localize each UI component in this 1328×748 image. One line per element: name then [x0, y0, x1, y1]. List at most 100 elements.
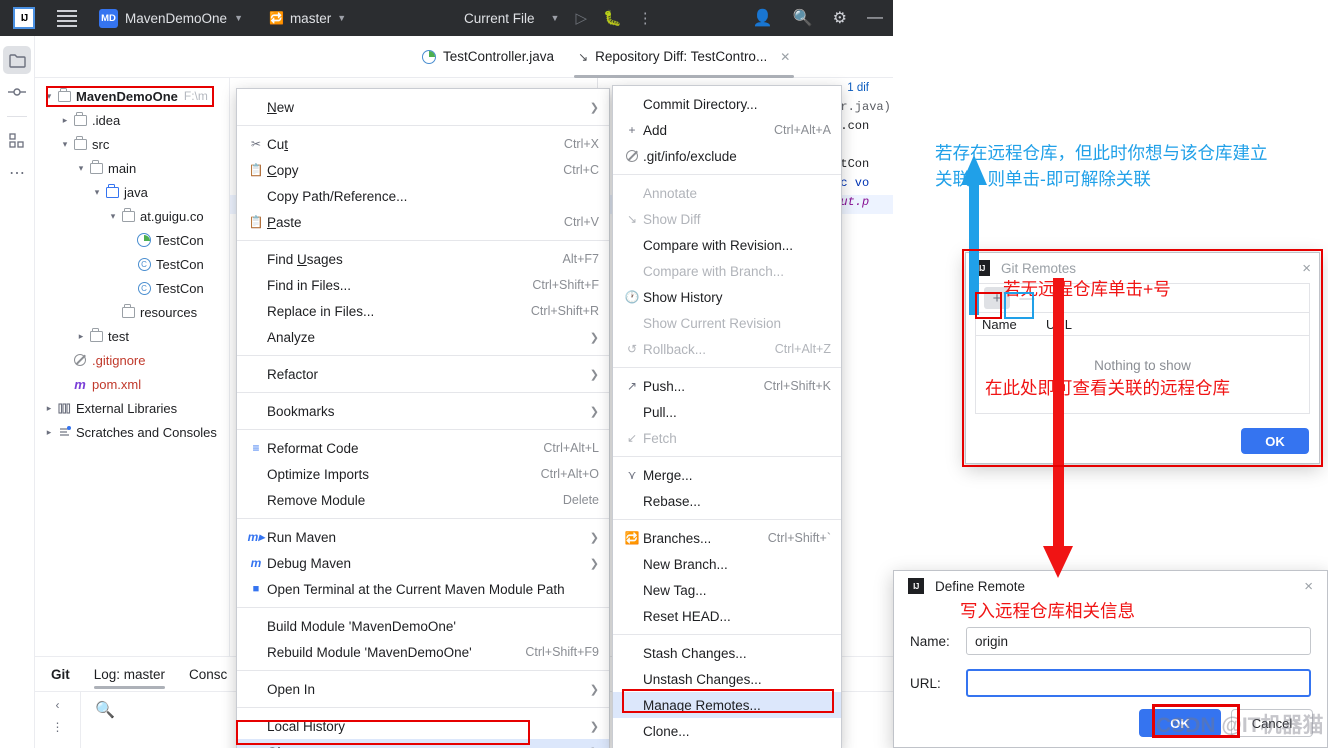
tree-expand-arrow-icon[interactable]: ▾: [91, 187, 103, 198]
menu-item-push[interactable]: ↗ Push... Ctrl+Shift+K: [613, 373, 841, 399]
edit-remote-icon[interactable]: ✎: [1044, 287, 1070, 309]
menu-item-unstash-changes[interactable]: Unstash Changes...: [613, 666, 841, 692]
menu-item-copy-path-reference[interactable]: Copy Path/Reference...: [237, 183, 609, 209]
menu-item-merge[interactable]: ⋎ Merge...: [613, 462, 841, 488]
menu-item-run-maven[interactable]: m▸ Run Maven ❯: [237, 524, 609, 550]
tab-console[interactable]: Consc: [189, 657, 227, 691]
menu-item-new[interactable]: New ❯: [237, 94, 609, 120]
tab-git[interactable]: Git: [51, 657, 70, 691]
tree-expand-arrow-icon[interactable]: ▸: [43, 427, 55, 438]
menu-item-paste[interactable]: 📋 Paste Ctrl+V: [237, 209, 609, 235]
menu-item-reset-head[interactable]: Reset HEAD...: [613, 603, 841, 629]
tree-item-resources[interactable]: resources: [35, 300, 229, 324]
name-input[interactable]: origin: [966, 627, 1311, 655]
url-input[interactable]: [966, 669, 1311, 697]
commit-tool-window-icon[interactable]: [3, 78, 31, 106]
menu-item-optimize-imports[interactable]: Optimize Imports Ctrl+Alt+O: [237, 461, 609, 487]
menu-item-local-history[interactable]: Local History ❯: [237, 713, 609, 739]
project-tool-window-icon[interactable]: [3, 46, 31, 74]
tree-item-gitignore[interactable]: .gitignore: [35, 348, 229, 372]
tree-item-testcon[interactable]: TestCon: [35, 228, 229, 252]
menu-item-find-in-files[interactable]: Find in Files... Ctrl+Shift+F: [237, 272, 609, 298]
branch-selector[interactable]: 🔁 master ▼: [269, 11, 346, 26]
menu-item-new-branch[interactable]: New Branch...: [613, 551, 841, 577]
remotes-ok-button[interactable]: OK: [1241, 428, 1309, 454]
tree-item-external-libraries[interactable]: ▸ External Libraries: [35, 396, 229, 420]
structure-tool-window-icon[interactable]: [3, 127, 31, 155]
tab-repository-diff[interactable]: ↘ Repository Diff: TestContro... ✕: [566, 36, 802, 78]
tree-expand-arrow-icon[interactable]: ▾: [75, 163, 87, 174]
tree-item-src[interactable]: ▾ src: [35, 132, 229, 156]
tree-item-main[interactable]: ▾ main: [35, 156, 229, 180]
menu-item-pull[interactable]: Pull...: [613, 399, 841, 425]
menu-item-new-tag[interactable]: New Tag...: [613, 577, 841, 603]
menu-item-cut[interactable]: ✂ Cut Ctrl+X: [237, 131, 609, 157]
debug-icon[interactable]: 🐛: [603, 9, 622, 27]
minimize-icon[interactable]: —: [867, 9, 883, 27]
menu-item-refactor[interactable]: Refactor ❯: [237, 361, 609, 387]
tree-item-testcon[interactable]: C TestCon: [35, 252, 229, 276]
menu-item-compare-with-revision[interactable]: Compare with Revision...: [613, 232, 841, 258]
add-user-icon[interactable]: 👤: [753, 8, 773, 28]
tree-expand-arrow-icon[interactable]: ▾: [43, 91, 55, 102]
menu-item-debug-maven[interactable]: m Debug Maven ❯: [237, 550, 609, 576]
menu-item-remove-module[interactable]: Remove Module Delete: [237, 487, 609, 513]
settings-gear-icon[interactable]: ⚙: [833, 8, 847, 28]
collapse-left-icon[interactable]: ‹: [56, 698, 60, 712]
menu-item-copy[interactable]: 📋 Copy Ctrl+C: [237, 157, 609, 183]
tree-item-idea[interactable]: ▸ .idea: [35, 108, 229, 132]
menu-item-show-history[interactable]: 🕐 Show History: [613, 284, 841, 310]
screenshot-root: IJ MD MavenDemoOne ▼ 🔁 master ▼ Current …: [0, 0, 1328, 748]
project-selector[interactable]: MD MavenDemoOne ▼: [99, 8, 243, 28]
define-remote-cancel-button[interactable]: Cancel: [1231, 709, 1313, 737]
menu-item-rebuild-module-mavendemoone[interactable]: Rebuild Module 'MavenDemoOne' Ctrl+Shift+…: [237, 639, 609, 665]
menu-item-commit-directory[interactable]: Commit Directory...: [613, 91, 841, 117]
tree-expand-arrow-icon[interactable]: ▸: [59, 115, 71, 126]
menu-item-build-module-mavendemoone[interactable]: Build Module 'MavenDemoOne': [237, 613, 609, 639]
tree-item-pom-xml[interactable]: m pom.xml: [35, 372, 229, 396]
menu-item-rebase[interactable]: Rebase...: [613, 488, 841, 514]
tree-expand-arrow-icon[interactable]: ▸: [43, 403, 55, 414]
menu-item-add[interactable]: + Add Ctrl+Alt+A: [613, 117, 841, 143]
menu-item-label: Build Module 'MavenDemoOne': [267, 618, 456, 634]
menu-item-analyze[interactable]: Analyze ❯: [237, 324, 609, 350]
tree-item-mavendemoone[interactable]: ▾ MavenDemoOne F:\m: [35, 84, 229, 108]
menu-item-branches[interactable]: 🔁 Branches... Ctrl+Shift+`: [613, 525, 841, 551]
tree-expand-arrow-icon[interactable]: ▾: [59, 139, 71, 150]
menu-item-git[interactable]: Git❯: [237, 739, 609, 748]
close-icon[interactable]: ×: [1304, 578, 1313, 595]
menu-item-open-terminal-at-the-current-maven-module-path[interactable]: ■ Open Terminal at the Current Maven Modu…: [237, 576, 609, 602]
search-icon[interactable]: 🔍: [793, 8, 813, 28]
close-icon[interactable]: ×: [1302, 260, 1311, 277]
menu-item-shortcut: Ctrl+Shift+F9: [525, 645, 599, 659]
menu-item-open-in[interactable]: Open In ❯: [237, 676, 609, 702]
tree-expand-arrow-icon[interactable]: ▾: [107, 211, 119, 222]
run-icon[interactable]: ▷: [575, 9, 587, 27]
tree-expand-arrow-icon[interactable]: ▸: [75, 331, 87, 342]
close-icon[interactable]: ✕: [780, 50, 790, 64]
tree-item-at-guigu-co[interactable]: ▾ at.guigu.co: [35, 204, 229, 228]
menu-item-git-info-exclude[interactable]: .git/info/exclude: [613, 143, 841, 169]
menu-item-find-usages[interactable]: Find Usages Alt+F7: [237, 246, 609, 272]
tab-log-master[interactable]: Log: master: [93, 657, 166, 691]
add-remote-button[interactable]: +: [984, 287, 1010, 309]
menu-item-manage-remotes[interactable]: Manage Remotes...: [613, 692, 841, 718]
tree-item-test[interactable]: ▸ test: [35, 324, 229, 348]
branch-filter-icon[interactable]: ⋮: [52, 720, 64, 734]
menu-item-reformat-code[interactable]: ≡ Reformat Code Ctrl+Alt+L: [237, 435, 609, 461]
menu-item-stash-changes[interactable]: Stash Changes...: [613, 640, 841, 666]
define-remote-ok-button[interactable]: OK: [1139, 709, 1221, 737]
main-menu-hamburger-icon[interactable]: [57, 9, 77, 27]
tab-testcontroller-java[interactable]: TestController.java: [410, 36, 566, 78]
more-tool-windows-icon[interactable]: ⋯: [3, 159, 31, 187]
run-configuration-selector[interactable]: Current File: [464, 11, 535, 26]
tree-item-java[interactable]: ▾ java: [35, 180, 229, 204]
tree-item-scratches-and-consoles[interactable]: ▸ Scratches and Consoles: [35, 420, 229, 444]
menu-item-replace-in-files[interactable]: Replace in Files... Ctrl+Shift+R: [237, 298, 609, 324]
menu-item-clone[interactable]: Clone...: [613, 718, 841, 744]
tree-item-label: .idea: [92, 112, 121, 128]
remove-remote-button[interactable]: —: [1014, 287, 1040, 309]
menu-item-bookmarks[interactable]: Bookmarks ❯: [237, 398, 609, 424]
more-actions-icon[interactable]: ⋮: [638, 9, 653, 27]
tree-item-testcon[interactable]: C TestCon: [35, 276, 229, 300]
